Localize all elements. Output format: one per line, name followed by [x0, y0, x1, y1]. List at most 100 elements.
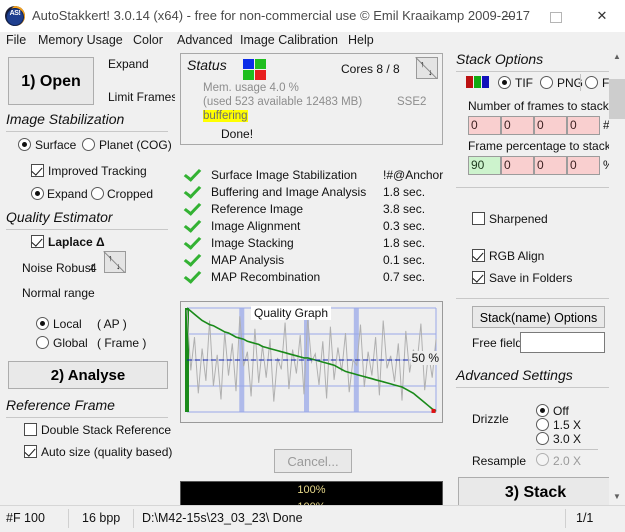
frames-input-1[interactable]: 0 — [468, 116, 501, 135]
label-save-in-folders[interactable]: Save in Folders — [489, 271, 572, 285]
label-resample-20x[interactable]: 2.0 X — [553, 454, 581, 468]
task-check-icon — [185, 250, 200, 266]
application-window: AS! AutoStakkert! 3.0.14 (x64) - free fo… — [0, 0, 625, 531]
limit-frames-label[interactable]: Limit Frames — [108, 90, 177, 104]
checkbox-rgb-align[interactable] — [472, 249, 485, 262]
radio-local[interactable] — [36, 317, 49, 330]
frames-input-4[interactable]: 0 — [567, 116, 600, 135]
minimize-button[interactable] — [487, 0, 533, 32]
cores-spinner[interactable]: ↑ ↓ — [416, 57, 438, 79]
menu-item-image-calibration[interactable]: Image Calibration — [240, 32, 338, 49]
save-options-sep — [456, 298, 612, 299]
label-sharpened[interactable]: Sharpened — [489, 212, 548, 226]
label-double-stack-reference[interactable]: Double Stack Reference — [41, 423, 171, 437]
menu-item-advanced[interactable]: Advanced — [177, 32, 233, 49]
quality-estimator-title: Quality Estimator — [6, 209, 113, 225]
radio-drizzle-30x[interactable] — [536, 432, 549, 445]
label-global-hint: ( Frame ) — [97, 336, 146, 350]
free-field-input[interactable] — [520, 332, 605, 353]
memory-usage-text: Mem. usage 4.0 % — [203, 82, 299, 94]
maximize-button[interactable] — [533, 0, 579, 32]
frames-input-3[interactable]: 0 — [534, 116, 567, 135]
drizzle-label: Drizzle — [472, 412, 509, 426]
menu-item-color[interactable]: Color — [133, 32, 163, 49]
radio-drizzle-off[interactable] — [536, 404, 549, 417]
checkbox-save-in-folders[interactable] — [472, 271, 485, 284]
menu-bar: File Memory Usage Color Advanced Image C… — [0, 32, 625, 49]
checkbox-auto-size[interactable] — [24, 445, 37, 458]
scroll-down-icon[interactable]: ▼ — [609, 489, 625, 505]
radio-surface[interactable] — [18, 138, 31, 151]
app-logo-icon: AS! — [5, 6, 25, 26]
radio-planet-cog[interactable] — [82, 138, 95, 151]
checkbox-laplace[interactable] — [31, 235, 44, 248]
quality-graph[interactable]: Quality Graph 50 % — [180, 301, 443, 423]
spinner-down-icon[interactable]: ↓ — [116, 262, 121, 271]
scroll-up-icon[interactable]: ▲ — [609, 49, 625, 65]
label-global[interactable]: Global — [53, 336, 88, 350]
label-drizzle-15x[interactable]: 1.5 X — [553, 418, 581, 432]
label-drizzle-30x[interactable]: 3.0 X — [553, 432, 581, 446]
radio-drizzle-15x[interactable] — [536, 418, 549, 431]
memory-detail-text: (used 523 available 12483 MB) — [203, 96, 362, 108]
percentage-input-4[interactable]: 0 — [567, 156, 600, 175]
label-local[interactable]: Local — [53, 317, 82, 331]
menu-item-file[interactable]: File — [6, 32, 26, 49]
quality-graph-canvas — [181, 302, 442, 422]
radio-format-tif[interactable] — [498, 76, 511, 89]
radio-expand[interactable] — [31, 187, 44, 200]
checkbox-sharpened[interactable] — [472, 212, 485, 225]
label-planet-cog[interactable]: Planet (COG) — [99, 138, 172, 152]
percentage-input-3[interactable]: 0 — [534, 156, 567, 175]
frames-to-stack-label: Number of frames to stack: — [468, 99, 612, 113]
task-name: Surface Image Stabilization — [211, 168, 357, 182]
noise-robust-spinner[interactable]: ↑ ↓ — [104, 251, 126, 273]
label-improved-tracking[interactable]: Improved Tracking — [48, 164, 147, 178]
label-expand[interactable]: Expand — [47, 187, 88, 201]
vertical-scrollbar[interactable]: ▲ ▼ — [609, 49, 625, 505]
menu-item-memory-usage[interactable]: Memory Usage — [38, 32, 123, 49]
simd-label: SSE2 — [397, 96, 426, 108]
open-button[interactable]: 1) Open — [8, 57, 94, 105]
label-cropped[interactable]: Cropped — [107, 187, 153, 201]
spinner-divider-icon — [415, 57, 437, 79]
label-auto-size[interactable]: Auto size (quality based) — [41, 445, 172, 459]
stackname-options-button[interactable]: Stack(name) Options — [472, 306, 605, 328]
frames-input-2[interactable]: 0 — [501, 116, 534, 135]
close-button[interactable]: ✕ — [579, 0, 625, 32]
task-check-icon — [185, 165, 200, 181]
spinner-divider-icon — [103, 251, 125, 273]
spinner-up-icon[interactable]: ↑ — [420, 60, 425, 69]
radio-format-png[interactable] — [540, 76, 553, 89]
expand-label[interactable]: Expand — [108, 57, 149, 71]
label-rgb-align[interactable]: RGB Align — [489, 249, 544, 263]
minimize-icon — [503, 16, 515, 17]
task-time: !#@Anchor — [383, 168, 443, 182]
spinner-down-icon[interactable]: ↓ — [428, 68, 433, 77]
status-color-grid-icon — [243, 59, 267, 81]
menu-item-help[interactable]: Help — [348, 32, 374, 49]
scrollbar-thumb[interactable] — [609, 79, 625, 119]
statusbar-sep-1 — [68, 509, 69, 528]
label-surface[interactable]: Surface — [35, 138, 76, 152]
percentage-input-2[interactable]: 0 — [501, 156, 534, 175]
percentage-input-1[interactable]: 90 — [468, 156, 501, 175]
label-format-tif[interactable]: TIF — [515, 76, 533, 90]
advanced-settings-rule — [456, 387, 612, 388]
label-drizzle-off[interactable]: Off — [553, 404, 569, 418]
status-box: Status Cores 8 / 8 ↑ ↓ Mem. usage 4.0 % … — [180, 53, 443, 145]
radio-global[interactable] — [36, 336, 49, 349]
radio-cropped[interactable] — [91, 187, 104, 200]
radio-resample-20x[interactable] — [536, 453, 549, 466]
analyse-button[interactable]: 2) Analyse — [8, 361, 168, 389]
spinner-up-icon[interactable]: ↑ — [108, 254, 113, 263]
task-check-icon — [185, 233, 200, 249]
checkbox-double-stack-reference[interactable] — [24, 423, 37, 436]
label-normal-range: Normal range — [22, 286, 95, 300]
stack-button[interactable]: 3) Stack — [458, 477, 613, 507]
task-check-icon — [185, 182, 200, 198]
checkbox-improved-tracking[interactable] — [31, 164, 44, 177]
label-laplace[interactable]: Laplace Δ — [48, 235, 105, 249]
cancel-button[interactable]: Cancel... — [274, 449, 352, 473]
radio-format-fits[interactable] — [585, 76, 598, 89]
